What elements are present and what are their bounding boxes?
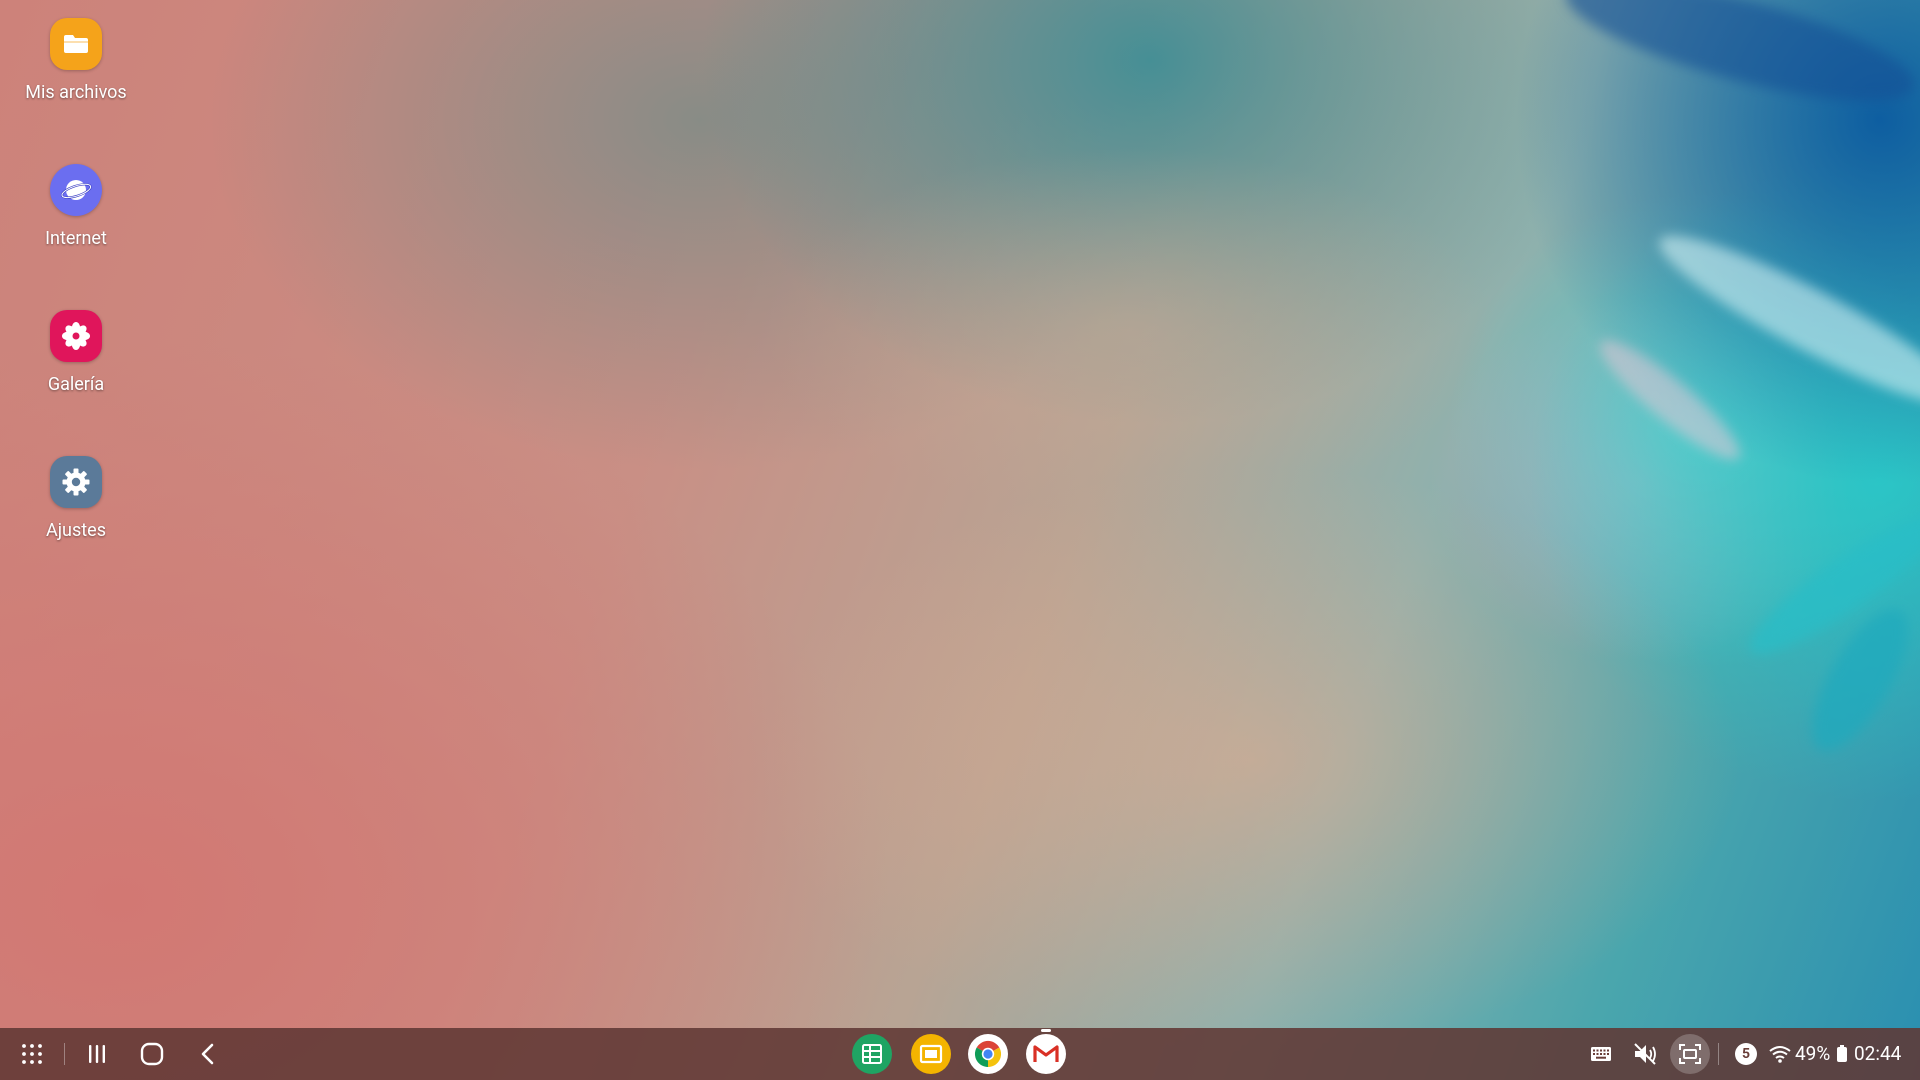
taskbar: 5 49% 02:44 [0,1028,1920,1080]
taskbar-app-google-sheets[interactable] [852,1034,892,1074]
taskbar-divider [1718,1043,1719,1065]
clock[interactable]: 02:44 [1854,1042,1901,1066]
wallpaper-wave [1555,0,1920,126]
taskbar-divider [64,1043,65,1065]
back-icon [201,1043,214,1065]
battery-percentage: 49% [1795,1042,1831,1065]
sheets-icon [862,1044,882,1064]
running-indicator [1041,1029,1051,1032]
folder-icon [50,18,102,70]
back-button[interactable] [190,1036,226,1072]
screen-capture-icon [1679,1044,1701,1064]
slides-icon [919,1044,943,1064]
desktop-icon-label: Galería [47,374,105,395]
desktop-icon-settings[interactable]: Ajustes [10,456,142,541]
apps-grid-button[interactable] [14,1036,50,1072]
wifi-status[interactable] [1762,1036,1798,1072]
desktop-icon-my-files[interactable]: Mis archivos [10,18,142,103]
keyboard-icon [1591,1047,1611,1061]
screen-capture-button[interactable] [1670,1034,1710,1074]
recents-icon [89,1045,105,1063]
desktop-icon-internet[interactable]: Internet [10,164,142,249]
battery-icon [1837,1045,1847,1063]
home-icon [140,1042,164,1066]
desktop-icon-label: Mis archivos [25,82,127,103]
recents-button[interactable] [79,1036,115,1072]
apps-grid-icon [22,1044,42,1064]
flower-icon [50,310,102,362]
volume-button[interactable] [1627,1036,1663,1072]
gear-icon [50,456,102,508]
home-button[interactable] [134,1036,170,1072]
keyboard-button[interactable] [1583,1036,1619,1072]
desktop-icon-label: Ajustes [46,520,106,541]
planet-icon [50,164,102,216]
taskbar-app-gmail[interactable] [1026,1034,1066,1074]
desktop-icon-gallery[interactable]: Galería [10,310,142,395]
desktop-wallpaper: Mis archivos Internet Galería Ajustes [0,0,1920,1080]
volume-mute-icon [1634,1043,1656,1065]
desktop-icon-label: Internet [45,228,107,249]
wallpaper-wave [1588,326,1752,474]
taskbar-app-chrome[interactable] [968,1034,1008,1074]
gmail-icon [1033,1045,1059,1062]
taskbar-app-google-slides[interactable] [911,1034,951,1074]
notification-count-badge[interactable]: 5 [1735,1043,1757,1065]
wifi-icon [1769,1046,1791,1063]
chrome-icon [974,1040,1002,1068]
